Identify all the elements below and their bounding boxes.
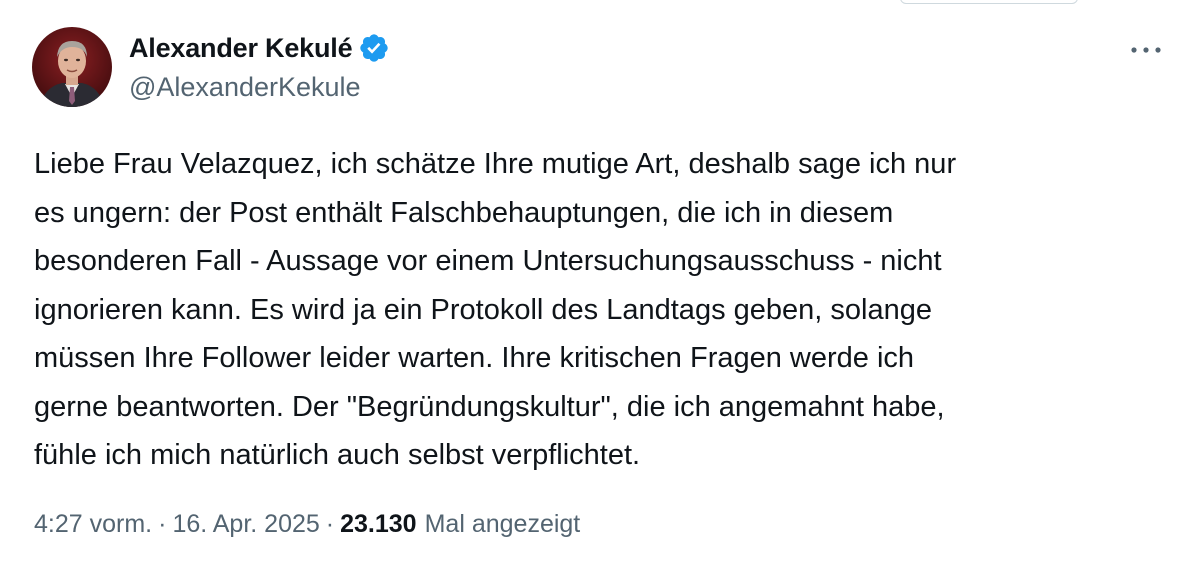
more-options-button[interactable] xyxy=(1128,38,1164,62)
tweet-time[interactable]: 4:27 vorm. xyxy=(34,510,152,539)
tweet-text: Liebe Frau Velazquez, ich schätze Ihre m… xyxy=(34,140,1164,480)
tweet-text-line: gerne beantworten. Der "Begründungskultu… xyxy=(34,390,945,423)
tweet-text-line: besonderen Fall - Aussage vor einem Unte… xyxy=(34,245,942,277)
tweet-text-line: es ungern: der Post enthält Falschbehaup… xyxy=(34,196,894,229)
tweet-text-line: fühle ich mich natürlich auch selbst ver… xyxy=(34,439,641,471)
author-handle[interactable]: @AlexanderKekule xyxy=(129,72,361,103)
avatar[interactable] xyxy=(32,27,112,107)
tweet-date[interactable]: 16. Apr. 2025 xyxy=(172,510,319,539)
verified-badge-icon[interactable] xyxy=(358,32,390,64)
avatar-image xyxy=(32,27,112,107)
author-name-row[interactable]: Alexander Kekulé xyxy=(129,30,390,66)
meta-separator: · xyxy=(158,510,167,538)
views-count[interactable]: 23.130 xyxy=(340,510,416,539)
tweet-text-line: müssen Ihre Follower leider warten. Ihre… xyxy=(34,342,915,374)
tweet-meta: 4:27 vorm. · 16. Apr. 2025 · 23.130 Mal … xyxy=(34,510,580,539)
tweet-text-line: Liebe Frau Velazquez, ich schätze Ihre m… xyxy=(34,148,957,180)
tweet-card: Alexander Kekulé @AlexanderKekule Liebe … xyxy=(0,0,1194,576)
tweet-text-line: ignorieren kann. Es wird ja ein Protokol… xyxy=(34,293,932,326)
views-label[interactable]: Mal angezeigt xyxy=(425,510,581,539)
meta-separator: · xyxy=(325,510,335,538)
author-display-name[interactable]: Alexander Kekulé xyxy=(129,33,353,64)
more-dots-icon xyxy=(1131,47,1161,53)
